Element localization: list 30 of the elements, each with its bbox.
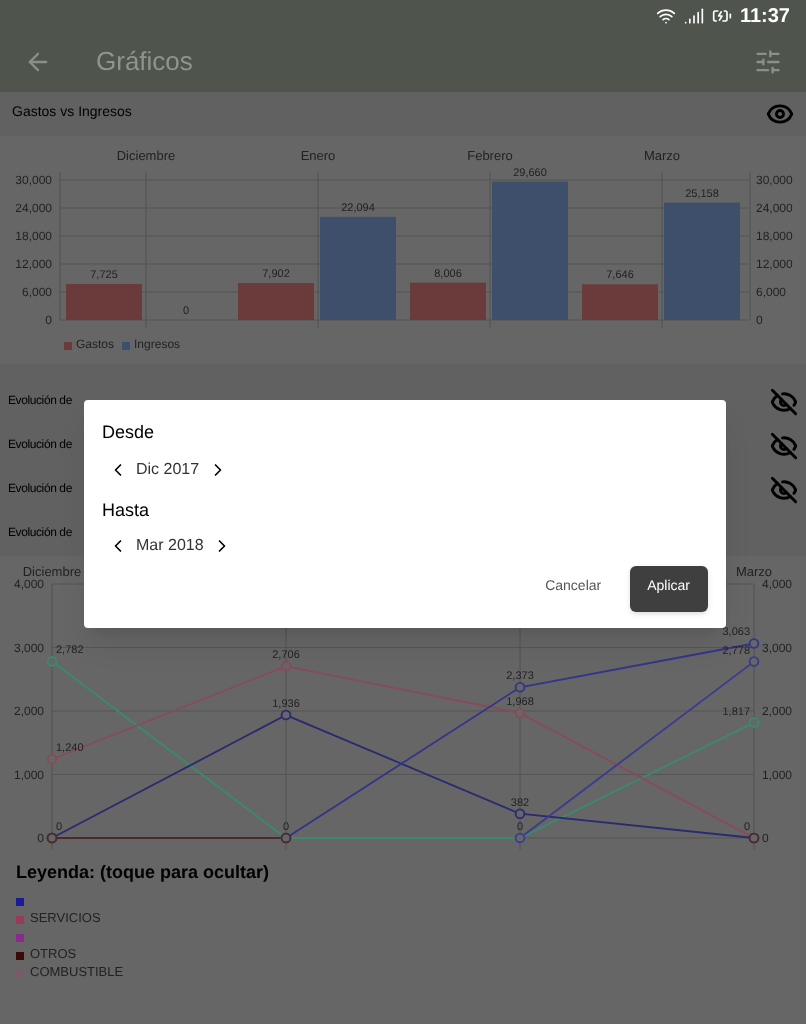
picker-label: Hasta xyxy=(102,497,152,523)
filter-icon[interactable] xyxy=(754,48,782,76)
month-value: Mar 2018 xyxy=(136,534,204,558)
data-point xyxy=(748,717,760,728)
data-point xyxy=(280,709,292,721)
eye-off-icon[interactable] xyxy=(770,476,798,504)
eye-off-icon[interactable] xyxy=(770,432,798,460)
legend-swatch[interactable] xyxy=(16,898,24,906)
data-point xyxy=(46,656,58,667)
app-title: Gráficos xyxy=(96,44,193,81)
back-icon[interactable] xyxy=(24,48,52,76)
eye-icon[interactable] xyxy=(766,100,794,128)
battery-icon xyxy=(711,6,732,26)
legend-swatch[interactable] xyxy=(16,934,24,942)
data-point xyxy=(280,660,292,672)
data-point xyxy=(514,682,526,693)
data-point xyxy=(514,707,526,719)
status-time: 11:37 xyxy=(739,3,790,31)
picker-label: Desde xyxy=(102,420,157,446)
month-value: Dic 2017 xyxy=(136,457,200,481)
legend-swatch[interactable] xyxy=(16,952,24,960)
signal-icon xyxy=(683,6,704,26)
data-point xyxy=(748,656,760,667)
data-point xyxy=(514,808,526,820)
eye-off-icon[interactable] xyxy=(770,388,798,416)
data-point xyxy=(748,638,760,649)
data-point xyxy=(46,753,58,765)
legend-swatch[interactable] xyxy=(16,916,24,924)
wifi-icon xyxy=(655,6,676,26)
legend-title: Leyenda: (toque para ocultar) xyxy=(16,860,272,886)
